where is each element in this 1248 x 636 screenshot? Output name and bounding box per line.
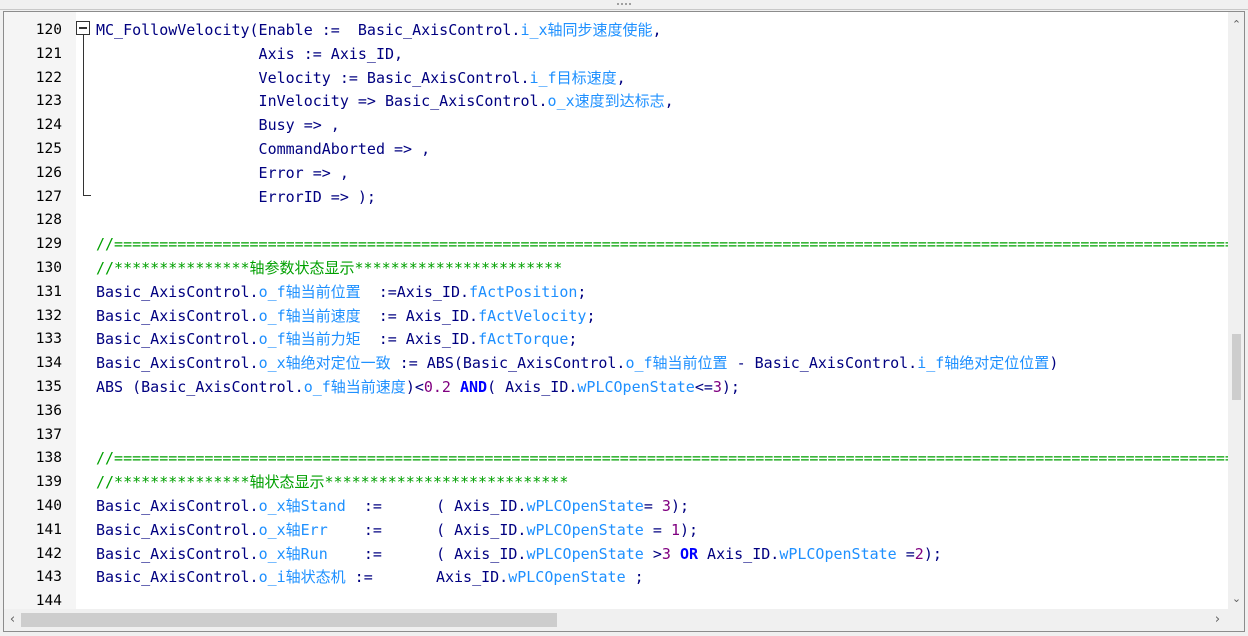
code-text[interactable]: Basic_AxisControl.o_x轴绝对定位一致 := ABS(Basi… [96, 352, 1058, 376]
code-line[interactable]: 126 Error => , [4, 162, 1229, 186]
code-line[interactable]: 141 Basic_AxisControl.o_x轴Err := ( Axis_I… [4, 519, 1229, 543]
line-number: 126 [35, 164, 62, 181]
code-line[interactable]: 125 CommandAborted => , [4, 138, 1229, 162]
bottom-strip [0, 632, 1248, 636]
line-number: 121 [35, 45, 62, 62]
code-text[interactable]: //======================================… [96, 447, 1244, 471]
code-line[interactable]: 143 Basic_AxisControl.o_i轴状态机 := Axis_ID.… [4, 566, 1229, 590]
code-line[interactable]: 124 Busy => , [4, 114, 1229, 138]
code-line[interactable]: 133 Basic_AxisControl.o_f轴当前力矩 := Axis_ID… [4, 328, 1229, 352]
chevron-left-icon[interactable]: ‹ [4, 609, 21, 631]
line-number: 131 [35, 283, 62, 300]
code-line[interactable]: 134 Basic_AxisControl.o_x轴绝对定位一致 := ABS(B… [4, 352, 1229, 376]
line-number: 132 [35, 307, 62, 324]
code-text[interactable]: Basic_AxisControl.o_x轴Err := ( Axis_ID.w… [96, 519, 698, 543]
code-line[interactable]: 131 Basic_AxisControl.o_f轴当前位置 :=Axis_ID.… [4, 281, 1229, 305]
panel-splitter[interactable] [0, 0, 1248, 10]
vertical-scrollbar[interactable]: ⌃ ⌄ [1228, 12, 1244, 609]
horizontal-scrollbar[interactable]: ‹ › [4, 609, 1228, 631]
code-text[interactable]: Basic_AxisControl.o_f轴当前位置 :=Axis_ID.fAc… [96, 281, 586, 305]
code-line[interactable]: 122 Velocity := Basic_AxisControl.i_f目标速… [4, 67, 1229, 91]
code-text[interactable]: CommandAborted => , [96, 138, 431, 162]
line-number: 143 [35, 569, 62, 586]
code-line[interactable]: 121 Axis := Axis_ID, [4, 43, 1229, 67]
line-number: 140 [35, 497, 62, 514]
code-text[interactable]: //======================================… [96, 233, 1244, 257]
line-number: 133 [35, 331, 62, 348]
code-line[interactable]: 138 //===================================… [4, 447, 1244, 471]
code-line[interactable]: 142 Basic_AxisControl.o_x轴Run := ( Axis_I… [4, 543, 1229, 567]
line-number: 134 [35, 355, 62, 372]
code-line[interactable]: 136 [4, 400, 1229, 424]
line-number: 122 [35, 69, 62, 86]
code-text[interactable]: Busy => , [96, 114, 340, 138]
code-line[interactable]: 140 Basic_AxisControl.o_x轴Stand := ( Axis… [4, 495, 1229, 519]
line-number: 123 [35, 93, 62, 110]
line-number: 135 [35, 378, 62, 395]
code-line[interactable]: 132 Basic_AxisControl.o_f轴当前速度 := Axis_ID… [4, 305, 1229, 329]
code-line[interactable]: 135 ABS (Basic_AxisControl.o_f轴当前速度)<0.2 … [4, 376, 1229, 400]
line-number: 129 [35, 236, 62, 253]
horizontal-scroll-thumb[interactable] [21, 613, 557, 627]
code-text[interactable]: Basic_AxisControl.o_f轴当前速度 := Axis_ID.fA… [96, 305, 595, 329]
code-editor[interactable]: 120 MC_FollowVelocity(Enable := Basic_Axi… [3, 11, 1245, 632]
code-line[interactable]: 120 MC_FollowVelocity(Enable := Basic_Axi… [4, 19, 1229, 43]
code-text[interactable]: Axis := Axis_ID, [96, 43, 404, 67]
line-number: 120 [35, 22, 62, 38]
line-number: 125 [35, 140, 62, 157]
line-number: 130 [35, 259, 62, 276]
code-text[interactable]: Velocity := Basic_AxisControl.i_f目标速度, [96, 67, 626, 91]
line-number: 137 [35, 426, 62, 443]
code-text[interactable]: Basic_AxisControl.o_i轴状态机 := Axis_ID.wPL… [96, 566, 644, 590]
line-number: 138 [35, 450, 62, 467]
line-number: 136 [35, 402, 62, 419]
code-text[interactable]: //***************轴状态显示******************… [96, 471, 568, 495]
code-text[interactable]: ABS (Basic_AxisControl.o_f轴当前速度)<0.2 AND… [96, 376, 740, 400]
code-line[interactable]: 129 //===================================… [4, 233, 1244, 257]
chevron-up-icon[interactable]: ⌃ [1228, 16, 1244, 33]
splitter-grip-icon [614, 3, 634, 7]
line-number: 127 [35, 188, 62, 205]
code-line[interactable]: 128 [4, 209, 1229, 233]
line-number: 141 [35, 521, 62, 538]
scrollbar-corner [1228, 609, 1244, 631]
line-number: 142 [35, 545, 62, 562]
code-line[interactable]: 123 InVelocity => Basic_AxisControl.o_x速… [4, 90, 1229, 114]
code-text[interactable]: Error => , [96, 162, 349, 186]
code-text[interactable]: //***************轴参数状态显示****************… [96, 257, 562, 281]
code-lines[interactable]: 120 MC_FollowVelocity(Enable := Basic_Axi… [4, 19, 1244, 614]
code-text[interactable]: Basic_AxisControl.o_x轴Stand := ( Axis_ID… [96, 495, 689, 519]
code-line[interactable]: 130 //***************轴参数状态显示*************… [4, 257, 1229, 281]
code-text[interactable]: MC_FollowVelocity(Enable := Basic_AxisCo… [96, 19, 662, 43]
code-text[interactable]: Basic_AxisControl.o_x轴Run := ( Axis_ID.w… [96, 543, 942, 567]
code-line[interactable]: 127 ErrorID => ); [4, 186, 1229, 210]
line-number: 124 [35, 117, 62, 134]
code-text[interactable]: InVelocity => Basic_AxisControl.o_x速度到达标… [96, 90, 674, 114]
line-number: 139 [35, 474, 62, 491]
chevron-down-icon[interactable]: ⌄ [1228, 590, 1244, 607]
vertical-scroll-thumb[interactable] [1232, 334, 1241, 400]
line-number: 128 [35, 212, 62, 229]
code-line[interactable]: 137 [4, 424, 1229, 448]
chevron-right-icon[interactable]: › [1209, 609, 1226, 631]
code-text[interactable]: Basic_AxisControl.o_f轴当前力矩 := Axis_ID.fA… [96, 328, 577, 352]
code-line[interactable]: 139 //***************轴状态显示***************… [4, 471, 1229, 495]
code-text[interactable]: ErrorID => ); [96, 186, 376, 210]
